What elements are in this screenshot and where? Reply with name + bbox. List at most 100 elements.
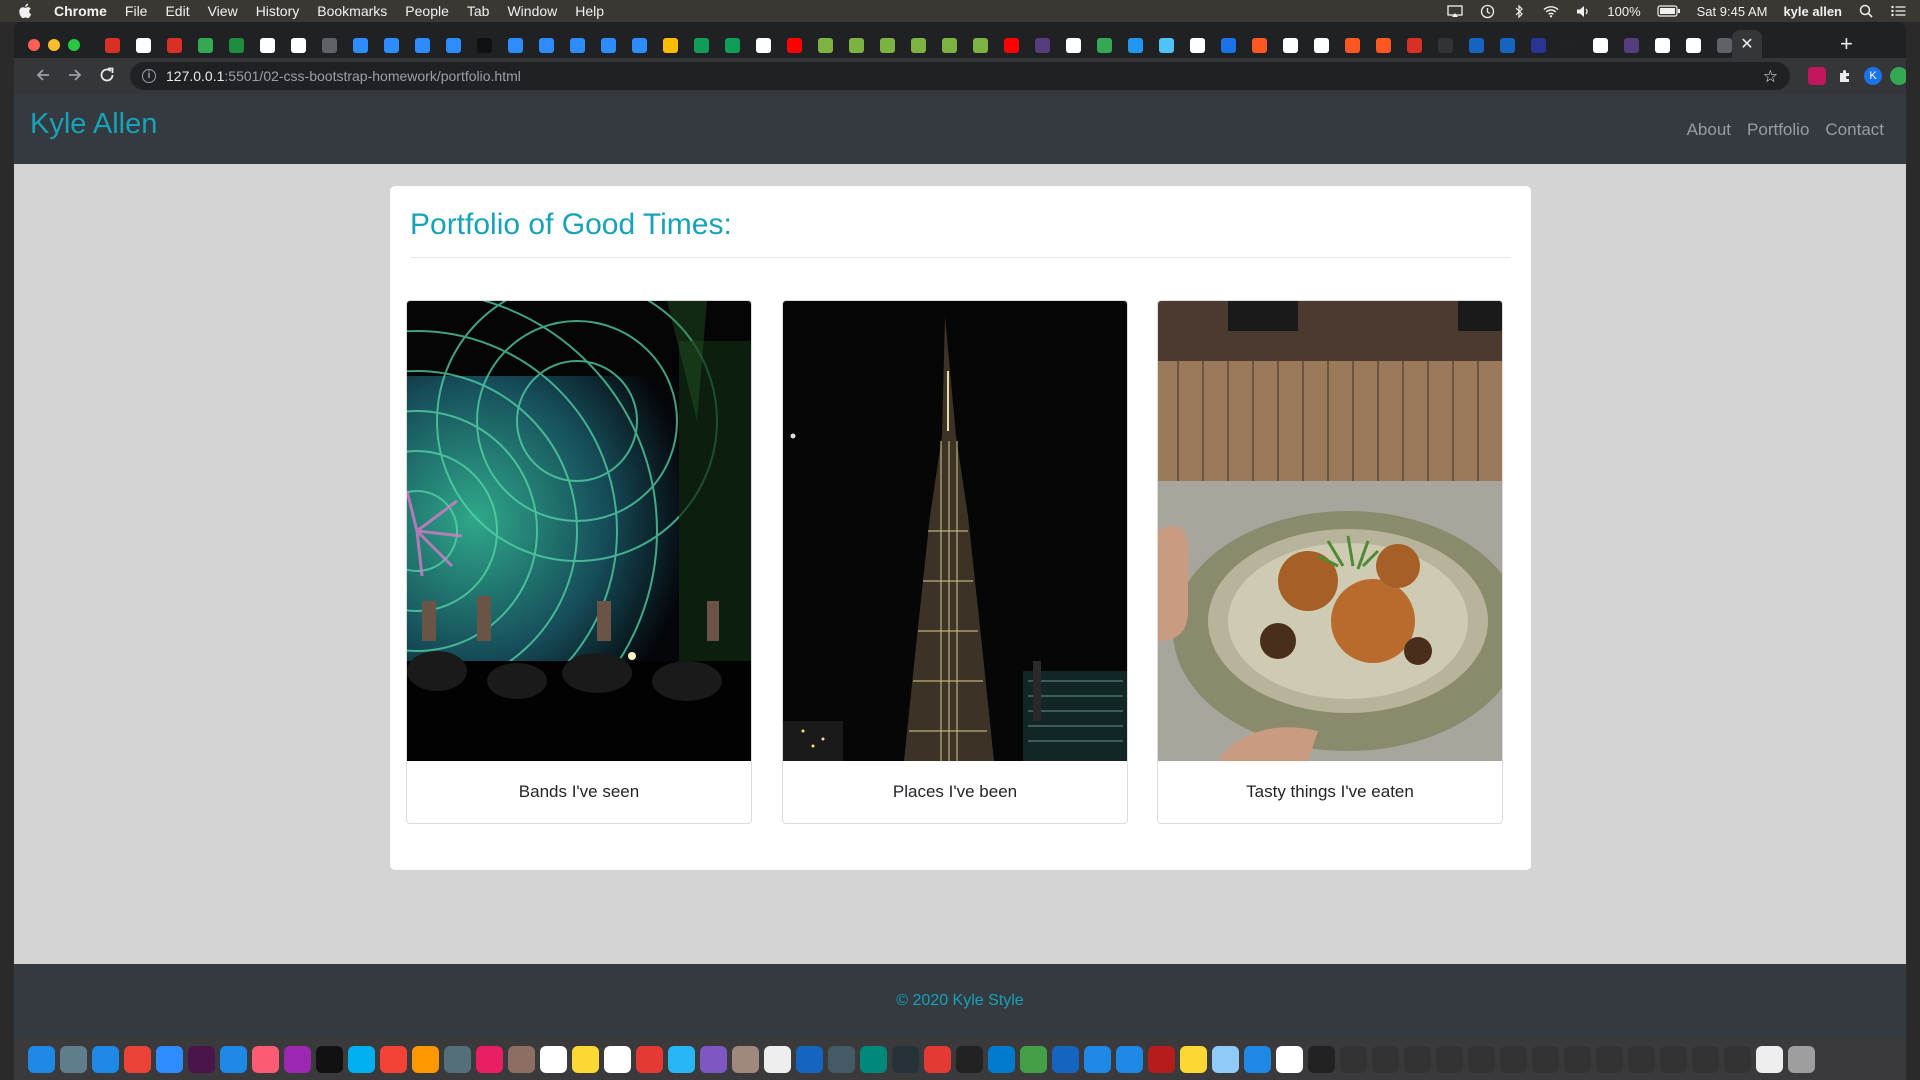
dock-app-icon[interactable] — [444, 1045, 471, 1073]
pinned-tab[interactable] — [100, 36, 124, 54]
dock-app-icon[interactable] — [92, 1045, 119, 1073]
apple-icon[interactable] — [18, 3, 32, 19]
dock-app-icon[interactable] — [540, 1045, 567, 1073]
menu-window[interactable]: Window — [507, 3, 557, 19]
address-bar[interactable]: i 127.0.0.1 :5501/02-css-bootstrap-homew… — [130, 62, 1790, 90]
zoom-window-button[interactable] — [68, 39, 80, 51]
tab-close-icon[interactable]: ✕ — [1740, 34, 1753, 54]
pinned-tab[interactable] — [1092, 36, 1116, 54]
pinned-tab[interactable] — [1402, 36, 1426, 54]
dock-app-icon[interactable] — [476, 1045, 503, 1073]
pinned-tab[interactable] — [1557, 36, 1581, 54]
menu-tab[interactable]: Tab — [467, 3, 490, 19]
dock-app-icon[interactable] — [1308, 1045, 1335, 1073]
pinned-tab[interactable] — [565, 36, 589, 54]
pinned-tab[interactable] — [782, 36, 806, 54]
pinned-tab[interactable] — [1464, 36, 1488, 54]
menubar-user[interactable]: kyle allen — [1783, 4, 1842, 19]
pinned-tab[interactable] — [348, 36, 372, 54]
dock-app-icon[interactable] — [1660, 1045, 1687, 1073]
menu-people[interactable]: People — [405, 3, 449, 19]
pinned-tab[interactable] — [441, 36, 465, 54]
pinned-tab[interactable] — [751, 36, 775, 54]
pinned-tab[interactable] — [1123, 36, 1147, 54]
nav-link-portfolio[interactable]: Portfolio — [1747, 120, 1809, 140]
dock-app-icon[interactable] — [1404, 1045, 1431, 1073]
dock-app-icon[interactable] — [220, 1045, 247, 1073]
dock-app-icon[interactable] — [860, 1045, 887, 1073]
dock-app-icon[interactable] — [1052, 1045, 1079, 1073]
dock-app-icon[interactable] — [188, 1045, 215, 1073]
dock-app-icon[interactable] — [508, 1045, 535, 1073]
forward-button[interactable] — [66, 67, 84, 85]
dock-app-icon[interactable] — [156, 1045, 183, 1073]
pinned-tab[interactable] — [1433, 36, 1457, 54]
dock-app-icon[interactable] — [572, 1045, 599, 1073]
menu-edit[interactable]: Edit — [165, 3, 189, 19]
pinned-tab[interactable] — [999, 36, 1023, 54]
dock-app-icon[interactable] — [1180, 1045, 1207, 1073]
pinned-tab[interactable] — [193, 36, 217, 54]
time-machine-icon[interactable] — [1479, 4, 1495, 18]
nav-link-about[interactable]: About — [1687, 120, 1731, 140]
dock-app-icon[interactable] — [668, 1045, 695, 1073]
profile-avatar[interactable]: K — [1864, 67, 1882, 85]
dock-app-icon[interactable] — [1564, 1045, 1591, 1073]
pinned-tab[interactable] — [1216, 36, 1240, 54]
extension-icon[interactable] — [1808, 67, 1826, 85]
pinned-tab[interactable] — [1154, 36, 1178, 54]
dock-app-icon[interactable] — [764, 1045, 791, 1073]
pinned-tab[interactable] — [317, 36, 341, 54]
dock-app-icon[interactable] — [1020, 1045, 1047, 1073]
dock-app-icon[interactable] — [1276, 1045, 1303, 1073]
dock-app-icon[interactable] — [924, 1045, 951, 1073]
dock-app-icon[interactable] — [956, 1045, 983, 1073]
pinned-tab[interactable] — [534, 36, 558, 54]
volume-icon[interactable] — [1575, 4, 1591, 18]
dock-app-icon[interactable] — [700, 1045, 727, 1073]
pinned-tab[interactable] — [658, 36, 682, 54]
menu-file[interactable]: File — [125, 3, 148, 19]
bluetooth-icon[interactable] — [1511, 4, 1527, 18]
pinned-tab[interactable] — [224, 36, 248, 54]
pinned-tab[interactable] — [813, 36, 837, 54]
minimize-window-button[interactable] — [48, 39, 60, 51]
dock-app-icon[interactable] — [380, 1045, 407, 1073]
airplay-icon[interactable] — [1447, 4, 1464, 18]
pinned-tab[interactable] — [1681, 36, 1705, 54]
burj-khalifa-night-image[interactable] — [783, 301, 1127, 761]
pinned-tab[interactable] — [1371, 36, 1395, 54]
dock-app-icon[interactable] — [796, 1045, 823, 1073]
dock-app-icon[interactable] — [284, 1045, 311, 1073]
dock-app-icon[interactable] — [1372, 1045, 1399, 1073]
pinned-tab[interactable] — [286, 36, 310, 54]
pinned-tab[interactable] — [1650, 36, 1674, 54]
dock-app-icon[interactable] — [412, 1045, 439, 1073]
wifi-icon[interactable] — [1543, 4, 1559, 18]
pinned-tab[interactable] — [1061, 36, 1085, 54]
menubar-clock[interactable]: Sat 9:45 AM — [1697, 4, 1768, 19]
dock-app-icon[interactable] — [1532, 1045, 1559, 1073]
dock-app-icon[interactable] — [604, 1045, 631, 1073]
dock-app-icon[interactable] — [828, 1045, 855, 1073]
dock-app-icon[interactable] — [124, 1045, 151, 1073]
dock-app-icon[interactable] — [252, 1045, 279, 1073]
pinned-tab[interactable] — [875, 36, 899, 54]
pinned-tab[interactable] — [410, 36, 434, 54]
pinned-tab[interactable] — [503, 36, 527, 54]
pinned-tab[interactable] — [255, 36, 279, 54]
menu-app-name[interactable]: Chrome — [54, 3, 107, 19]
site-brand[interactable]: Kyle Allen — [30, 108, 157, 141]
dock-app-icon[interactable] — [1692, 1045, 1719, 1073]
pinned-tab[interactable] — [906, 36, 930, 54]
pinned-tab[interactable] — [162, 36, 186, 54]
spotlight-search-icon[interactable] — [1858, 4, 1874, 18]
pinned-tab[interactable] — [844, 36, 868, 54]
tab-active[interactable]: ✕ — [1732, 30, 1762, 58]
dock-app-icon[interactable] — [988, 1045, 1015, 1073]
pinned-tab[interactable] — [627, 36, 651, 54]
dock-app-icon[interactable] — [1340, 1045, 1367, 1073]
dock-app-icon[interactable] — [1116, 1045, 1143, 1073]
pinned-tab[interactable] — [1588, 36, 1612, 54]
site-info-icon[interactable]: i — [142, 69, 156, 83]
